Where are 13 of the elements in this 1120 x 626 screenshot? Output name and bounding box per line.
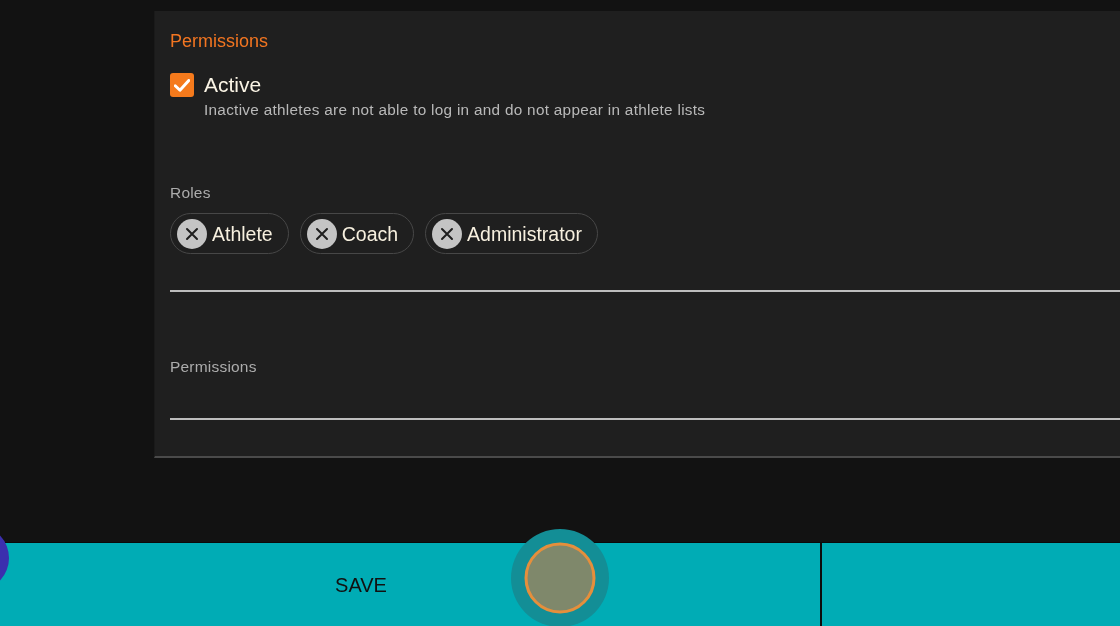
close-icon[interactable]	[306, 218, 337, 249]
close-icon[interactable]	[432, 218, 463, 249]
helper-text: Inactive athletes are not able to log in and do not appear in athlete lists	[204, 100, 707, 120]
checkmark-icon	[174, 78, 190, 92]
checkbox-label: Active	[204, 73, 262, 97]
active-checkbox[interactable]	[170, 73, 194, 97]
touch-indicator-icon	[511, 529, 609, 626]
close-icon[interactable]	[177, 218, 207, 249]
save-button[interactable]: SAVE	[222, 543, 500, 626]
field-label: Permissions	[170, 357, 258, 377]
section-title: Permissions	[170, 30, 270, 52]
field-label: Roles	[170, 183, 212, 203]
roles-input-field[interactable]: Athlete Coach Administrator	[170, 213, 1120, 292]
